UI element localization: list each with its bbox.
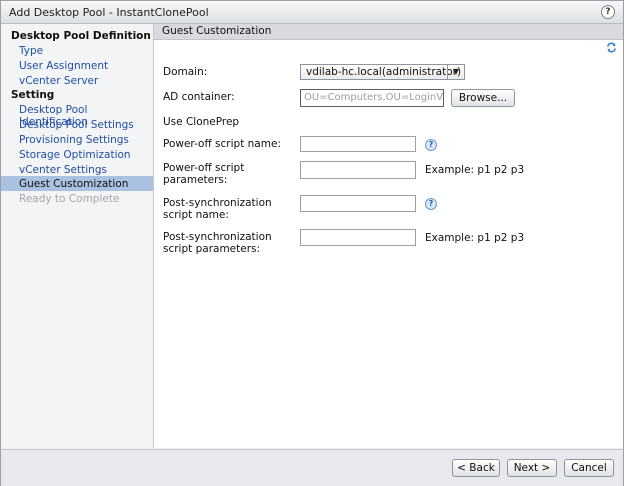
back-button[interactable]: < Back — [452, 459, 500, 477]
step-storage-optimization[interactable]: Storage Optimization — [19, 149, 131, 161]
section-desktop-pool-definition: Desktop Pool Definition — [11, 30, 151, 42]
dialog-footer: < Back Next > Cancel — [1, 449, 623, 486]
step-provisioning-settings[interactable]: Provisioning Settings — [19, 134, 129, 146]
help-icon[interactable]: ? — [601, 5, 615, 19]
chevron-down-icon[interactable]: ▼ — [447, 65, 464, 79]
next-button[interactable]: Next > — [507, 459, 557, 477]
power-off-script-parameters-label: Power-off script parameters: — [163, 162, 245, 186]
use-cloneprep-label: Use ClonePrep — [163, 116, 240, 128]
domain-select[interactable]: vdilab-hc.local(administrator) ▼ — [300, 64, 465, 80]
domain-value: vdilab-hc.local(administrator) — [306, 66, 462, 78]
dialog-title: Add Desktop Pool - InstantClonePool — [9, 6, 209, 19]
section-setting: Setting — [11, 89, 55, 101]
post-sync-script-parameters-input[interactable] — [300, 229, 416, 246]
step-ready-to-complete: Ready to Complete — [19, 193, 120, 205]
info-icon[interactable]: ? — [425, 139, 437, 151]
panel-header: Guest Customization — [154, 24, 623, 40]
step-guest-customization[interactable]: Guest Customization — [19, 178, 128, 190]
add-desktop-pool-dialog: Add Desktop Pool - InstantClonePool ? De… — [0, 0, 624, 486]
ad-container-label: AD container: — [163, 91, 235, 103]
step-vcenter-server[interactable]: vCenter Server — [19, 75, 98, 87]
step-desktop-pool-settings[interactable]: Desktop Pool Settings — [19, 119, 134, 131]
domain-label: Domain: — [163, 66, 208, 78]
browse-button[interactable]: Browse... — [451, 89, 515, 107]
post-sync-script-parameters-label: Post-synchronization script parameters: — [163, 231, 272, 255]
ad-container-field[interactable]: OU=Computers,OU=LoginVSI — [300, 89, 444, 107]
step-user-assignment[interactable]: User Assignment — [19, 60, 108, 72]
info-icon[interactable]: ? — [425, 198, 437, 210]
step-vcenter-settings[interactable]: vCenter Settings — [19, 164, 107, 176]
refresh-icon[interactable] — [606, 42, 617, 53]
power-off-parameters-example: Example: p1 p2 p3 — [425, 164, 525, 176]
power-off-script-name-input[interactable] — [300, 136, 416, 152]
post-sync-script-name-label: Post-synchronization script name: — [163, 197, 272, 221]
panel-title: Guest Customization — [162, 25, 272, 37]
title-bar: Add Desktop Pool - InstantClonePool ? — [1, 1, 623, 24]
post-sync-script-name-input[interactable] — [300, 195, 416, 212]
power-off-script-parameters-input[interactable] — [300, 161, 416, 179]
guest-customization-panel: Guest Customization Domain: vdilab-hc.lo… — [154, 24, 623, 448]
cancel-button[interactable]: Cancel — [564, 459, 614, 477]
power-off-script-name-label: Power-off script name: — [163, 138, 281, 150]
wizard-steps-sidebar: Desktop Pool Definition Type User Assign… — [1, 24, 154, 448]
post-sync-parameters-example: Example: p1 p2 p3 — [425, 232, 525, 244]
step-type[interactable]: Type — [19, 45, 43, 57]
